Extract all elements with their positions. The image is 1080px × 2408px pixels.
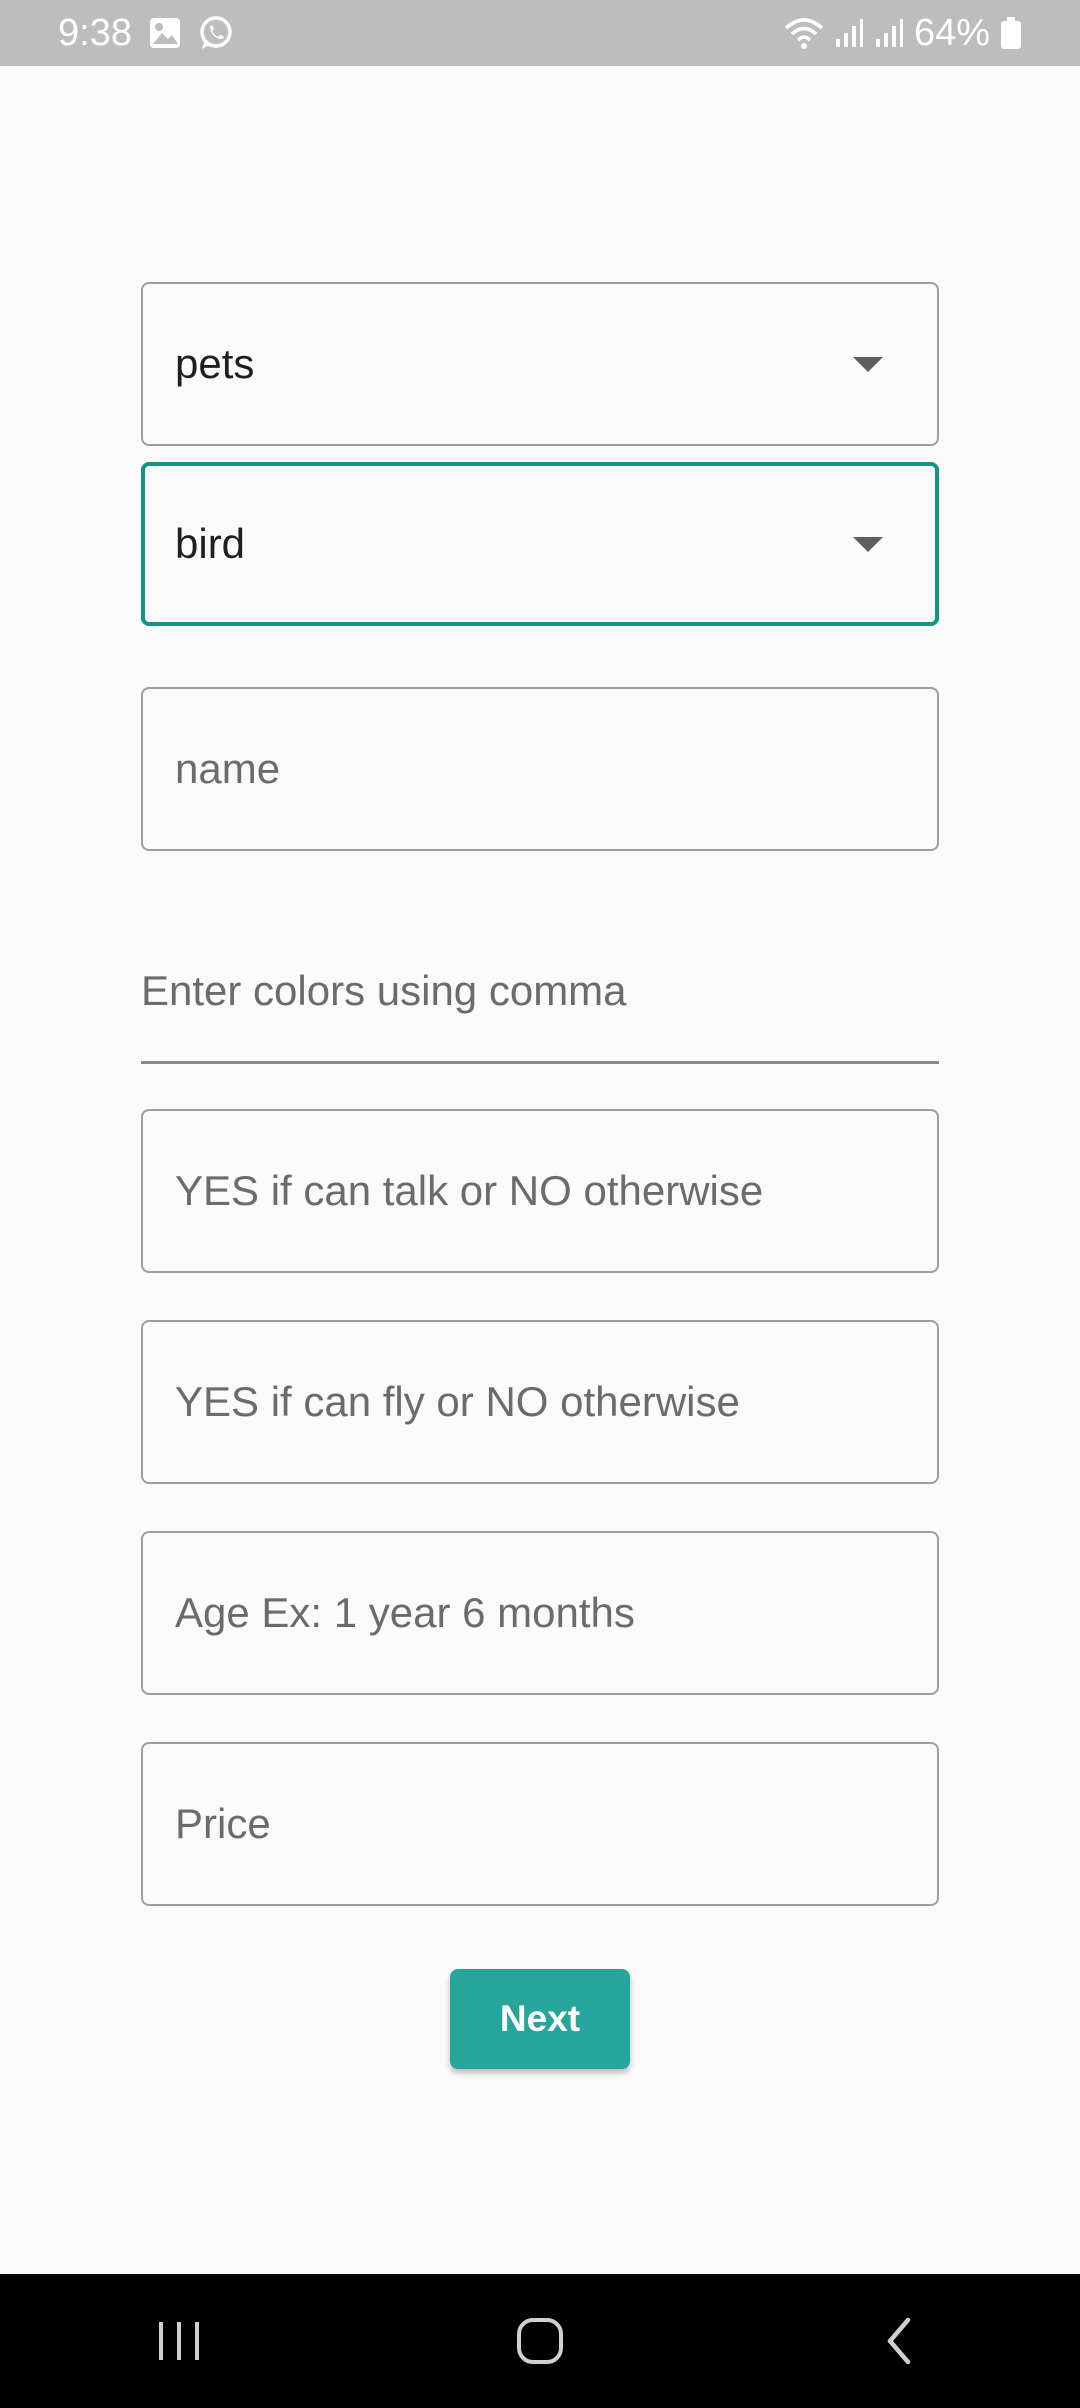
gallery-icon — [148, 16, 182, 50]
price-input[interactable]: Price — [141, 1742, 939, 1906]
home-icon[interactable] — [480, 2301, 600, 2381]
status-time: 9:38 — [58, 11, 132, 54]
signal-icon — [874, 17, 904, 49]
chevron-down-icon — [853, 536, 883, 552]
chevron-down-icon — [853, 356, 883, 372]
battery-percent: 64% — [913, 11, 990, 54]
can-fly-input[interactable]: YES if can fly or NO otherwise — [141, 1320, 939, 1484]
colors-input-placeholder: Enter colors using comma — [141, 966, 627, 1014]
signal-icon — [834, 17, 864, 49]
can-talk-input[interactable]: YES if can talk or NO otherwise — [141, 1109, 939, 1273]
category-select-value: pets — [175, 340, 255, 387]
type-select[interactable]: bird — [141, 462, 939, 626]
name-input-placeholder: name — [175, 745, 281, 792]
can-fly-input-placeholder: YES if can fly or NO otherwise — [175, 1378, 740, 1425]
recent-apps-icon[interactable] — [120, 2301, 240, 2381]
name-input[interactable]: name — [141, 687, 939, 851]
status-left: 9:38 — [58, 12, 234, 55]
whatsapp-icon — [198, 15, 234, 51]
next-button[interactable]: Next — [450, 1969, 630, 2069]
wifi-icon — [784, 16, 824, 50]
status-bar: 9:38 64% — [0, 0, 1080, 66]
navigation-bar — [0, 2274, 1080, 2408]
type-select-value: bird — [175, 520, 246, 567]
price-input-placeholder: Price — [175, 1800, 271, 1847]
category-select[interactable]: pets — [141, 282, 939, 446]
colors-input[interactable]: Enter colors using comma — [141, 920, 939, 1064]
age-input[interactable]: Age Ex: 1 year 6 months — [141, 1531, 939, 1695]
status-right: 64% — [784, 12, 1022, 55]
can-talk-input-placeholder: YES if can talk or NO otherwise — [175, 1167, 764, 1214]
back-icon[interactable] — [840, 2301, 960, 2381]
battery-icon — [1000, 16, 1022, 50]
age-input-placeholder: Age Ex: 1 year 6 months — [175, 1589, 635, 1636]
